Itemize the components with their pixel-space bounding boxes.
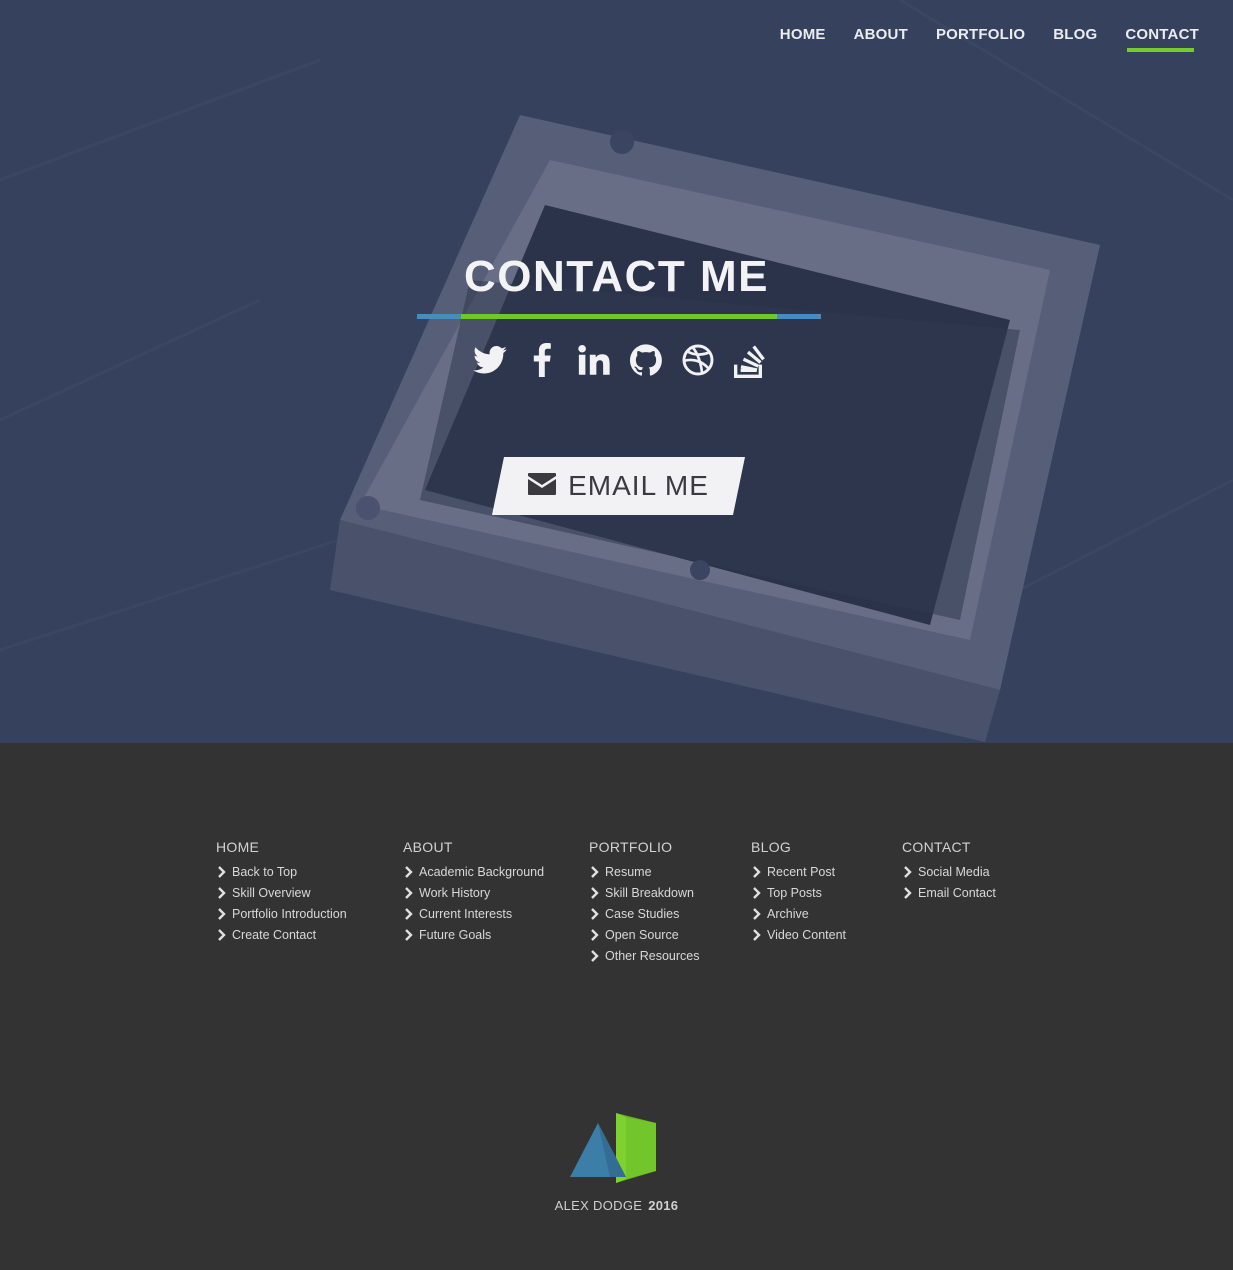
footer-link[interactable]: Case Studies: [589, 903, 699, 924]
chevron-right-icon: [403, 865, 415, 878]
dribbble-icon[interactable]: [678, 340, 718, 380]
stackoverflow-icon[interactable]: [730, 340, 770, 380]
chevron-right-icon: [216, 865, 228, 878]
footer-link[interactable]: Video Content: [751, 924, 846, 945]
chevron-right-icon: [751, 886, 763, 899]
footer-col-blog: BLOG Recent Post Top Posts Archive Video…: [751, 838, 846, 945]
nav-blog[interactable]: BLOG: [1053, 25, 1097, 55]
footer-heading-about[interactable]: ABOUT: [403, 838, 544, 856]
chevron-right-icon: [403, 907, 415, 920]
chevron-right-icon: [403, 928, 415, 941]
footer-link[interactable]: Skill Overview: [216, 882, 347, 903]
footer-link[interactable]: Portfolio Introduction: [216, 903, 347, 924]
chevron-right-icon: [403, 886, 415, 899]
copyright-name: ALEX DODGE: [554, 1198, 643, 1213]
chevron-right-icon: [589, 886, 601, 899]
underline-blue-left: [417, 314, 461, 319]
footer-link[interactable]: Create Contact: [216, 924, 347, 945]
footer-link[interactable]: Top Posts: [751, 882, 846, 903]
copyright-year: 2016: [648, 1198, 679, 1213]
footer-col-about: ABOUT Academic Background Work History C…: [403, 838, 544, 945]
footer-link[interactable]: Current Interests: [403, 903, 544, 924]
top-nav: HOME ABOUT PORTFOLIO BLOG CONTACT: [752, 25, 1199, 55]
footer: HOME Back to Top Skill Overview Portfoli…: [0, 743, 1233, 1270]
footer-col-home: HOME Back to Top Skill Overview Portfoli…: [216, 838, 347, 945]
nav-about[interactable]: ABOUT: [854, 25, 908, 55]
chevron-right-icon: [902, 886, 914, 899]
nav-contact[interactable]: CONTACT: [1125, 25, 1199, 55]
twitter-icon[interactable]: [470, 340, 510, 380]
footer-heading-home[interactable]: HOME: [216, 838, 347, 856]
chevron-right-icon: [589, 949, 601, 962]
copyright: ALEX DODGE 2016: [0, 1198, 1233, 1213]
underline-green: [461, 314, 777, 319]
footer-link[interactable]: Skill Breakdown: [589, 882, 699, 903]
github-icon[interactable]: [626, 340, 666, 380]
footer-col-portfolio: PORTFOLIO Resume Skill Breakdown Case St…: [589, 838, 699, 966]
footer-link[interactable]: Archive: [751, 903, 846, 924]
envelope-icon: [528, 472, 557, 500]
title-underline: [417, 314, 821, 319]
social-icons: [470, 340, 782, 380]
footer-link[interactable]: Open Source: [589, 924, 699, 945]
footer-link[interactable]: Back to Top: [216, 861, 347, 882]
facebook-icon[interactable]: [522, 340, 562, 380]
footer-heading-blog[interactable]: BLOG: [751, 838, 846, 856]
chevron-right-icon: [902, 865, 914, 878]
chevron-right-icon: [751, 907, 763, 920]
hero-section: HOME ABOUT PORTFOLIO BLOG CONTACT CONTAC…: [0, 0, 1233, 743]
email-button-label: EMAIL ME: [568, 470, 709, 501]
footer-link[interactable]: Other Resources: [589, 945, 699, 966]
chevron-right-icon: [589, 928, 601, 941]
footer-link[interactable]: Work History: [403, 882, 544, 903]
footer-heading-portfolio[interactable]: PORTFOLIO: [589, 838, 699, 856]
email-me-button[interactable]: EMAIL ME: [492, 457, 745, 515]
chevron-right-icon: [589, 865, 601, 878]
footer-link[interactable]: Social Media: [902, 861, 996, 882]
footer-link[interactable]: Resume: [589, 861, 699, 882]
chevron-right-icon: [216, 886, 228, 899]
footer-heading-contact[interactable]: CONTACT: [902, 838, 996, 856]
chevron-right-icon: [589, 907, 601, 920]
footer-link[interactable]: Email Contact: [902, 882, 996, 903]
footer-col-contact: CONTACT Social Media Email Contact: [902, 838, 996, 903]
nav-portfolio[interactable]: PORTFOLIO: [936, 25, 1025, 55]
nav-home[interactable]: HOME: [780, 25, 826, 55]
linkedin-icon[interactable]: [574, 340, 614, 380]
footer-link[interactable]: Recent Post: [751, 861, 846, 882]
footer-link[interactable]: Academic Background: [403, 861, 544, 882]
chevron-right-icon: [751, 865, 763, 878]
page-title: CONTACT ME: [463, 252, 770, 301]
chevron-right-icon: [216, 928, 228, 941]
chevron-right-icon: [751, 928, 763, 941]
chevron-right-icon: [216, 907, 228, 920]
underline-blue-right: [777, 314, 821, 319]
site-logo[interactable]: [570, 1113, 658, 1185]
footer-link[interactable]: Future Goals: [403, 924, 544, 945]
